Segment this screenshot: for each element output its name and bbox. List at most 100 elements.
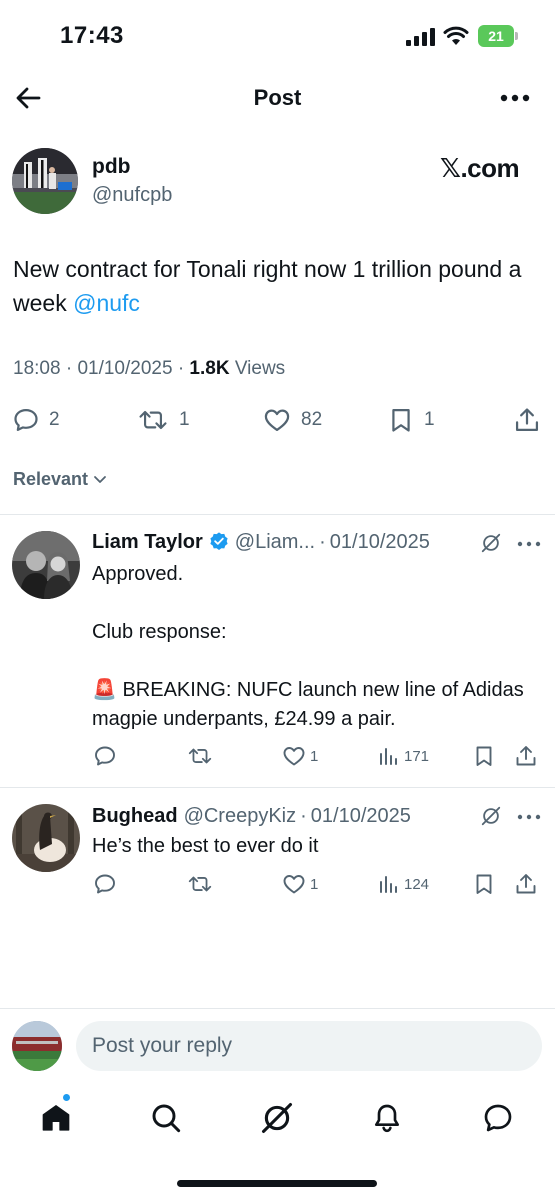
- share-icon: [516, 874, 536, 894]
- reply-button[interactable]: [93, 741, 117, 771]
- reply-line: He’s the best to ever do it: [92, 835, 319, 857]
- grok-icon: [261, 1102, 293, 1134]
- search-icon: [152, 1104, 181, 1133]
- messages-icon: [484, 1104, 512, 1132]
- reply-count: 2: [49, 409, 60, 430]
- views-count: 124: [404, 875, 430, 893]
- share-icon: [515, 408, 539, 432]
- reply-icon: [14, 408, 38, 432]
- reply-text: He’s the best to ever do it: [92, 832, 542, 861]
- tab-home[interactable]: [36, 1098, 76, 1138]
- bookmark-button[interactable]: [472, 741, 496, 771]
- views-label: Views: [234, 358, 286, 379]
- reply-avatar[interactable]: [12, 804, 80, 872]
- reply-item[interactable]: Bughead @CreepyKiz · 01/10/2025 He’s the…: [0, 788, 555, 908]
- reply-input[interactable]: [76, 1021, 542, 1071]
- reply-author-handle[interactable]: @CreepyKiz: [184, 805, 297, 828]
- bookmark-icon: [392, 408, 410, 432]
- bell-icon: [375, 1104, 399, 1133]
- grok-icon[interactable]: [480, 805, 502, 827]
- mention-link[interactable]: @nufc: [73, 290, 140, 316]
- repost-button[interactable]: 1: [136, 400, 190, 440]
- bookmark-icon: [476, 874, 492, 894]
- post-metadata: 18:08 · 01/10/2025 · 1.8K Views: [13, 358, 286, 379]
- repost-count: 1: [179, 409, 190, 430]
- author-handle[interactable]: @nufcpb: [92, 184, 172, 207]
- tab-search[interactable]: [146, 1098, 186, 1138]
- reply-header: Bughead @CreepyKiz · 01/10/2025: [92, 804, 411, 828]
- reply-date: 01/10/2025: [329, 530, 430, 553]
- reply-item[interactable]: Liam Taylor @Liam... · 01/10/2025 Approv…: [0, 515, 555, 787]
- reply-author-name[interactable]: Bughead: [92, 805, 178, 828]
- repost-button[interactable]: [186, 869, 214, 899]
- like-button[interactable]: 1: [282, 869, 318, 899]
- post-date: 01/10/2025: [77, 358, 173, 379]
- status-time: 17:43: [60, 22, 124, 49]
- like-count: 1: [310, 747, 319, 765]
- heart-icon: [264, 409, 290, 432]
- reply-composer: [0, 1008, 555, 1084]
- cellular-signal-icon: [406, 28, 435, 46]
- bookmark-count: 1: [424, 409, 435, 430]
- reply-button[interactable]: [93, 869, 117, 899]
- heart-icon: [283, 747, 305, 766]
- reply-actions: 1 124: [0, 869, 555, 899]
- reply-author-handle[interactable]: @Liam...: [235, 531, 315, 554]
- share-button[interactable]: [513, 400, 541, 440]
- share-button[interactable]: [514, 741, 538, 771]
- author-name[interactable]: pdb: [92, 155, 130, 179]
- wifi-icon: [443, 26, 469, 45]
- like-button[interactable]: 82: [262, 400, 322, 440]
- top-nav: Post: [0, 70, 555, 130]
- reply-icon: [95, 746, 115, 766]
- reply-date: 01/10/2025: [310, 804, 411, 827]
- repost-icon: [139, 410, 167, 430]
- sort-label: Relevant: [13, 468, 89, 489]
- status-bar: 17:43 21: [0, 0, 555, 70]
- views-bar-chart-icon: [380, 748, 397, 765]
- like-count: 1: [310, 875, 319, 893]
- chevron-down-icon: [94, 476, 106, 483]
- reply-line: Approved.: [92, 563, 184, 585]
- heart-icon: [283, 875, 305, 894]
- reply-author-name[interactable]: Liam Taylor: [92, 531, 203, 554]
- grok-icon[interactable]: [480, 532, 502, 554]
- tab-grok[interactable]: [257, 1098, 297, 1138]
- post-actions: 2 1 82 1: [0, 400, 555, 440]
- like-count: 82: [301, 409, 323, 430]
- repost-icon: [188, 748, 212, 764]
- current-user-avatar[interactable]: [12, 1021, 62, 1071]
- reply-text: Approved. Club response: 🚨 BREAKING: NUF…: [92, 560, 542, 734]
- reply-button[interactable]: 2: [12, 400, 60, 440]
- verified-badge-icon: [210, 532, 228, 550]
- views-button[interactable]: 171: [378, 741, 429, 771]
- views-bar-chart-icon: [380, 876, 397, 893]
- battery-level: 21: [488, 28, 504, 44]
- home-icon: [42, 1105, 70, 1131]
- post-time: 18:08: [13, 358, 61, 379]
- reply-avatar[interactable]: [12, 531, 80, 599]
- battery-indicator: 21: [478, 25, 518, 47]
- bookmark-button[interactable]: [472, 869, 496, 899]
- notification-dot: [62, 1093, 71, 1102]
- sort-replies-dropdown[interactable]: Relevant: [13, 467, 108, 491]
- more-options-icon[interactable]: [497, 84, 533, 112]
- tab-notifications[interactable]: [367, 1098, 407, 1138]
- views-count: 1.8K: [189, 358, 230, 379]
- repost-button[interactable]: [186, 741, 214, 771]
- like-button[interactable]: 1: [282, 741, 318, 771]
- more-options-icon[interactable]: [516, 812, 542, 822]
- reply-line: Club response:: [92, 621, 227, 643]
- bookmark-icon: [476, 746, 492, 766]
- bookmark-button[interactable]: 1: [387, 400, 435, 440]
- home-indicator: [177, 1180, 377, 1187]
- tab-messages[interactable]: [478, 1098, 518, 1138]
- more-options-icon[interactable]: [516, 539, 542, 549]
- share-button[interactable]: [514, 869, 538, 899]
- reply-icon: [95, 874, 115, 894]
- x-com-watermark: 𝕏.com: [440, 153, 520, 183]
- author-avatar[interactable]: [12, 148, 78, 214]
- share-icon: [516, 746, 536, 766]
- views-button[interactable]: 124: [378, 869, 429, 899]
- reply-header: Liam Taylor @Liam... · 01/10/2025: [92, 530, 430, 554]
